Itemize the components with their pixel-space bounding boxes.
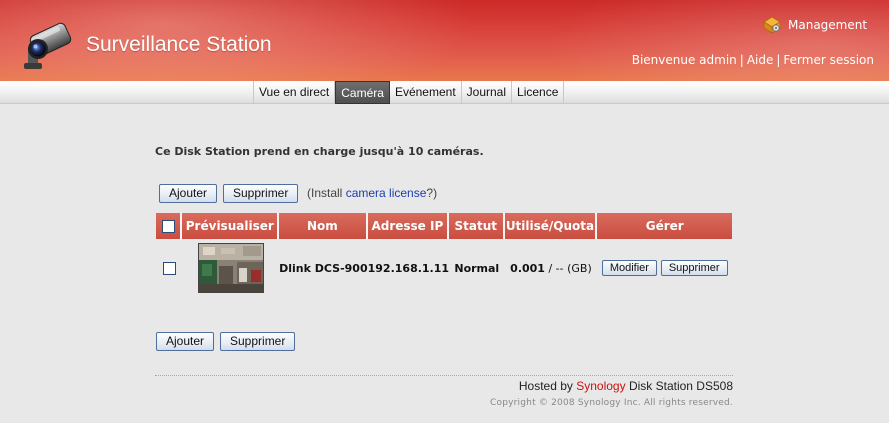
app-title: Surveillance Station [86, 33, 272, 56]
tab-journal[interactable]: Journal [462, 81, 513, 104]
camera-usage-cell: 0.001 / -- (GB) [505, 239, 598, 297]
hosted-by-text: Hosted by Synology Disk Station DS508 [519, 379, 733, 393]
preview-cell [182, 239, 279, 297]
add-button-top[interactable]: Ajouter [159, 184, 218, 203]
hosted-prefix: Hosted by [518, 379, 577, 393]
management-link[interactable]: Management [762, 15, 867, 35]
table-header-row: Prévisualiser Nom Adresse IP Statut Util… [156, 213, 732, 239]
footer-divider [155, 375, 733, 376]
camera-ip-cell: 192.168.1.11 [367, 261, 450, 275]
camera-status-cell: Normal [454, 261, 500, 275]
delete-button-top[interactable]: Supprimer [223, 184, 299, 203]
brand-name[interactable]: Synology [576, 379, 625, 393]
welcome-link[interactable]: Bienvenue admin [632, 53, 737, 67]
camera-icon [24, 22, 72, 69]
license-note: (Install camera license?) [307, 186, 437, 200]
select-all-checkbox[interactable] [161, 220, 175, 233]
header-glow-right [520, 0, 889, 81]
management-icon [763, 16, 781, 34]
row-select-cell [156, 239, 182, 297]
modify-button[interactable]: Modifier [601, 260, 657, 276]
table-row: Dlink DCS-900 192.168.1.11 Normal 0.001 … [156, 239, 732, 297]
separator: | [739, 53, 744, 67]
delete-button-bottom[interactable]: Supprimer [220, 332, 296, 351]
add-button-bottom[interactable]: Ajouter [156, 332, 215, 351]
hosted-suffix: Disk Station DS508 [625, 379, 733, 393]
camera-license-link[interactable]: camera license [346, 186, 427, 200]
camera-support-text: Ce Disk Station prend en charge jusqu'à … [155, 145, 484, 158]
select-all-header [156, 213, 183, 239]
column-header-usage: Utilisé/Quota [504, 213, 598, 239]
user-links: Bienvenue admin | Aide | Fermer session [632, 53, 874, 67]
camera-table: Prévisualiser Nom Adresse IP Statut Util… [156, 213, 732, 297]
license-note-suffix: ?) [426, 186, 438, 200]
column-header-preview: Prévisualiser [182, 213, 280, 239]
row-checkbox[interactable] [162, 261, 176, 275]
management-label: Management [788, 18, 868, 32]
license-note-prefix: (Install [307, 186, 346, 200]
column-header-manage: Gérer [597, 213, 732, 239]
manage-cell: Modifier Supprimer [597, 239, 732, 297]
tab-license[interactable]: Licence [512, 81, 565, 104]
delete-camera-button[interactable]: Supprimer [660, 260, 728, 276]
nav-bar: Vue en direct Caméra Evénement Journal L… [0, 81, 889, 104]
tab-camera[interactable]: Caméra [335, 81, 390, 104]
usage-value: 0.001 [510, 261, 545, 275]
camera-name-cell: Dlink DCS-900 [279, 261, 368, 275]
separator: | [776, 53, 781, 67]
column-header-ip: Adresse IP [367, 213, 450, 239]
tab-live-view[interactable]: Vue en direct [253, 81, 336, 104]
usage-quota: / -- (GB) [544, 261, 592, 275]
copyright-text: Copyright © 2008 Synology Inc. All right… [490, 398, 733, 408]
header: Surveillance Station Management Bienvenu… [0, 0, 889, 81]
camera-preview-thumbnail[interactable] [197, 243, 264, 293]
camera-preview-image [198, 244, 263, 292]
column-header-name: Nom [279, 213, 368, 239]
logout-link[interactable]: Fermer session [783, 53, 874, 67]
tab-bar: Vue en direct Caméra Evénement Journal L… [253, 81, 565, 104]
column-header-status: Statut [449, 213, 505, 239]
tab-event[interactable]: Evénement [390, 81, 462, 104]
help-link[interactable]: Aide [747, 53, 774, 67]
